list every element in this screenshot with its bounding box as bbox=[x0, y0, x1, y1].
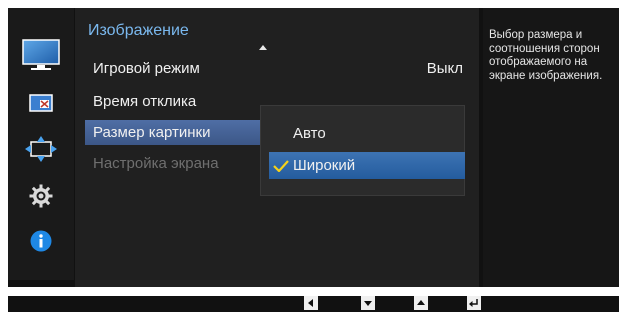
menu-item-label: Игровой режим bbox=[93, 60, 200, 77]
panel-title: Изображение bbox=[88, 22, 189, 39]
menu-item-label: Настройка экрана bbox=[93, 155, 219, 172]
menu-item-picture-size[interactable]: Размер картинки bbox=[85, 120, 268, 145]
menu-item-label: Время отклика bbox=[93, 93, 197, 110]
help-text-panel: Выбор размера и соотношения сторон отобр… bbox=[483, 8, 619, 287]
enter-icon[interactable] bbox=[467, 296, 481, 310]
down-arrow-icon[interactable] bbox=[361, 296, 375, 310]
option-label: Авто bbox=[293, 125, 326, 142]
menu-item-label: Размер картинки bbox=[93, 124, 211, 141]
info-icon[interactable] bbox=[8, 228, 74, 254]
help-text: Выбор размера и соотношения сторон отобр… bbox=[489, 29, 603, 82]
bottom-nav-bar bbox=[8, 296, 619, 312]
resize-icon[interactable] bbox=[8, 135, 74, 163]
menu-item-value: Выкл bbox=[426, 60, 463, 77]
option-label: Широкий bbox=[293, 157, 356, 174]
option-auto[interactable]: Авто bbox=[269, 120, 465, 147]
scroll-up-arrow-icon bbox=[259, 45, 267, 50]
picture-icon[interactable] bbox=[8, 38, 74, 74]
left-arrow-icon[interactable] bbox=[304, 296, 318, 310]
option-wide[interactable]: Широкий bbox=[269, 152, 465, 179]
menu-item-game-mode[interactable]: Игровой режим Выкл bbox=[85, 56, 471, 81]
up-arrow-icon[interactable] bbox=[414, 296, 428, 310]
settings-gear-icon[interactable] bbox=[8, 182, 74, 210]
color-icon[interactable] bbox=[8, 92, 74, 114]
sidebar bbox=[8, 8, 74, 280]
picture-size-submenu: Авто Широкий bbox=[260, 105, 465, 196]
checkmark-icon bbox=[269, 159, 293, 172]
